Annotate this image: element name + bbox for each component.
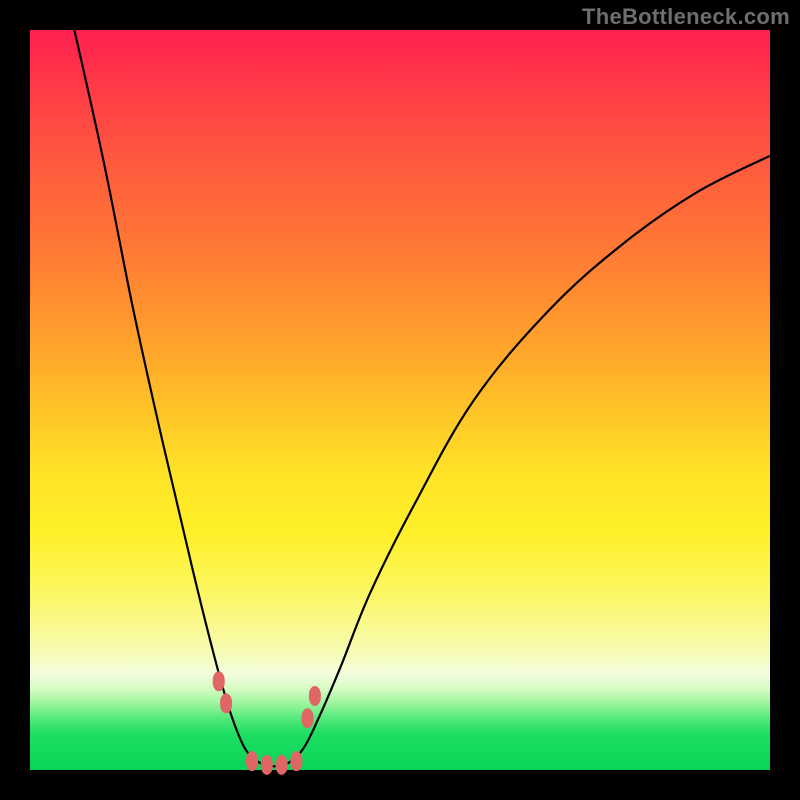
optimum-marker [276, 755, 288, 775]
watermark-text: TheBottleneck.com [582, 4, 790, 30]
plot-area [30, 30, 770, 770]
optimum-marker [246, 751, 258, 771]
curve-layer [30, 30, 770, 770]
optimum-marker [220, 693, 232, 713]
chart-frame: TheBottleneck.com [0, 0, 800, 800]
bottleneck-curve [74, 30, 770, 766]
optimum-marker-group [213, 671, 321, 775]
optimum-marker [309, 686, 321, 706]
optimum-marker [261, 755, 273, 775]
optimum-marker [213, 671, 225, 691]
optimum-marker [302, 708, 314, 728]
optimum-marker [290, 751, 302, 771]
